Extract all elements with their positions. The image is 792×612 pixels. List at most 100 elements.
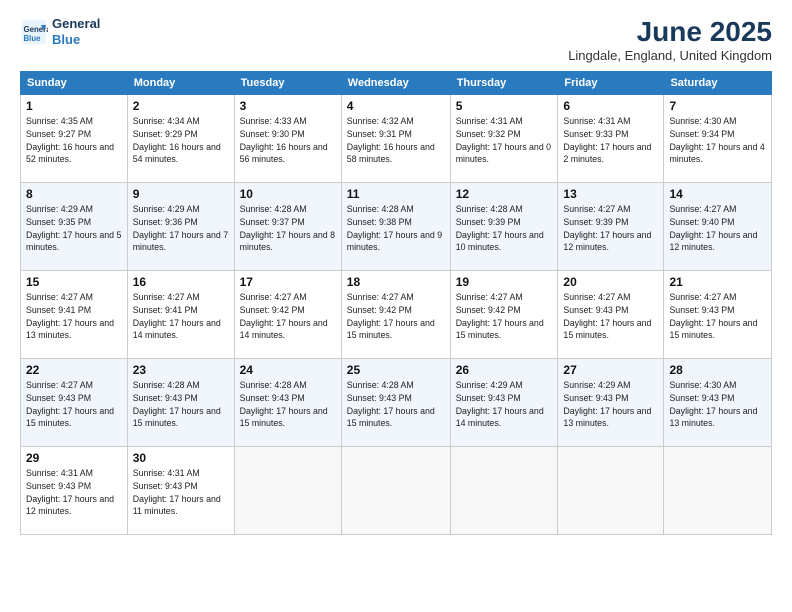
day-info: Sunrise: 4:34 AM Sunset: 9:29 PM Dayligh… (133, 115, 229, 166)
day-number: 25 (347, 363, 445, 377)
day-info: Sunrise: 4:32 AM Sunset: 9:31 PM Dayligh… (347, 115, 445, 166)
calendar-cell: 2 Sunrise: 4:34 AM Sunset: 9:29 PM Dayli… (127, 95, 234, 183)
calendar-cell: 12 Sunrise: 4:28 AM Sunset: 9:39 PM Dayl… (450, 183, 558, 271)
calendar-cell: 24 Sunrise: 4:28 AM Sunset: 9:43 PM Dayl… (234, 359, 341, 447)
day-info: Sunrise: 4:31 AM Sunset: 9:32 PM Dayligh… (456, 115, 553, 166)
day-info: Sunrise: 4:27 AM Sunset: 9:42 PM Dayligh… (456, 291, 553, 342)
header: General Blue General Blue June 2025 Ling… (20, 16, 772, 63)
day-info: Sunrise: 4:27 AM Sunset: 9:43 PM Dayligh… (669, 291, 766, 342)
day-info: Sunrise: 4:31 AM Sunset: 9:43 PM Dayligh… (133, 467, 229, 518)
calendar-cell: 25 Sunrise: 4:28 AM Sunset: 9:43 PM Dayl… (341, 359, 450, 447)
day-number: 17 (240, 275, 336, 289)
day-number: 15 (26, 275, 122, 289)
calendar-cell: 14 Sunrise: 4:27 AM Sunset: 9:40 PM Dayl… (664, 183, 772, 271)
day-number: 23 (133, 363, 229, 377)
col-sunday: Sunday (21, 72, 128, 95)
day-number: 30 (133, 451, 229, 465)
calendar-cell: 8 Sunrise: 4:29 AM Sunset: 9:35 PM Dayli… (21, 183, 128, 271)
calendar-cell: 29 Sunrise: 4:31 AM Sunset: 9:43 PM Dayl… (21, 447, 128, 535)
day-number: 22 (26, 363, 122, 377)
day-info: Sunrise: 4:29 AM Sunset: 9:35 PM Dayligh… (26, 203, 122, 254)
day-info: Sunrise: 4:28 AM Sunset: 9:43 PM Dayligh… (347, 379, 445, 430)
day-number: 24 (240, 363, 336, 377)
day-number: 21 (669, 275, 766, 289)
day-number: 16 (133, 275, 229, 289)
calendar-cell (558, 447, 664, 535)
calendar-week-row: 1 Sunrise: 4:35 AM Sunset: 9:27 PM Dayli… (21, 95, 772, 183)
day-number: 9 (133, 187, 229, 201)
day-number: 8 (26, 187, 122, 201)
day-number: 18 (347, 275, 445, 289)
calendar: Sunday Monday Tuesday Wednesday Thursday… (20, 71, 772, 535)
calendar-cell (664, 447, 772, 535)
page: General Blue General Blue June 2025 Ling… (0, 0, 792, 612)
location: Lingdale, England, United Kingdom (568, 48, 772, 63)
calendar-cell: 23 Sunrise: 4:28 AM Sunset: 9:43 PM Dayl… (127, 359, 234, 447)
day-info: Sunrise: 4:27 AM Sunset: 9:42 PM Dayligh… (240, 291, 336, 342)
day-info: Sunrise: 4:27 AM Sunset: 9:41 PM Dayligh… (26, 291, 122, 342)
day-number: 12 (456, 187, 553, 201)
month-title: June 2025 (568, 16, 772, 48)
calendar-cell: 18 Sunrise: 4:27 AM Sunset: 9:42 PM Dayl… (341, 271, 450, 359)
day-info: Sunrise: 4:27 AM Sunset: 9:40 PM Dayligh… (669, 203, 766, 254)
title-block: June 2025 Lingdale, England, United King… (568, 16, 772, 63)
day-number: 27 (563, 363, 658, 377)
calendar-week-row: 29 Sunrise: 4:31 AM Sunset: 9:43 PM Dayl… (21, 447, 772, 535)
day-number: 10 (240, 187, 336, 201)
calendar-cell: 16 Sunrise: 4:27 AM Sunset: 9:41 PM Dayl… (127, 271, 234, 359)
calendar-cell: 6 Sunrise: 4:31 AM Sunset: 9:33 PM Dayli… (558, 95, 664, 183)
day-info: Sunrise: 4:31 AM Sunset: 9:43 PM Dayligh… (26, 467, 122, 518)
col-monday: Monday (127, 72, 234, 95)
col-thursday: Thursday (450, 72, 558, 95)
day-number: 14 (669, 187, 766, 201)
calendar-cell (341, 447, 450, 535)
calendar-header-row: Sunday Monday Tuesday Wednesday Thursday… (21, 72, 772, 95)
calendar-cell: 22 Sunrise: 4:27 AM Sunset: 9:43 PM Dayl… (21, 359, 128, 447)
col-friday: Friday (558, 72, 664, 95)
day-info: Sunrise: 4:35 AM Sunset: 9:27 PM Dayligh… (26, 115, 122, 166)
calendar-cell: 30 Sunrise: 4:31 AM Sunset: 9:43 PM Dayl… (127, 447, 234, 535)
day-info: Sunrise: 4:31 AM Sunset: 9:33 PM Dayligh… (563, 115, 658, 166)
calendar-cell: 7 Sunrise: 4:30 AM Sunset: 9:34 PM Dayli… (664, 95, 772, 183)
logo-icon: General Blue (20, 18, 48, 46)
calendar-cell: 4 Sunrise: 4:32 AM Sunset: 9:31 PM Dayli… (341, 95, 450, 183)
day-number: 4 (347, 99, 445, 113)
day-number: 5 (456, 99, 553, 113)
calendar-cell: 11 Sunrise: 4:28 AM Sunset: 9:38 PM Dayl… (341, 183, 450, 271)
day-number: 6 (563, 99, 658, 113)
calendar-cell: 28 Sunrise: 4:30 AM Sunset: 9:43 PM Dayl… (664, 359, 772, 447)
day-info: Sunrise: 4:27 AM Sunset: 9:43 PM Dayligh… (26, 379, 122, 430)
day-number: 20 (563, 275, 658, 289)
day-info: Sunrise: 4:28 AM Sunset: 9:39 PM Dayligh… (456, 203, 553, 254)
day-number: 13 (563, 187, 658, 201)
day-info: Sunrise: 4:28 AM Sunset: 9:37 PM Dayligh… (240, 203, 336, 254)
calendar-week-row: 22 Sunrise: 4:27 AM Sunset: 9:43 PM Dayl… (21, 359, 772, 447)
logo-text: General Blue (52, 16, 100, 47)
day-info: Sunrise: 4:27 AM Sunset: 9:43 PM Dayligh… (563, 291, 658, 342)
day-info: Sunrise: 4:27 AM Sunset: 9:39 PM Dayligh… (563, 203, 658, 254)
day-info: Sunrise: 4:33 AM Sunset: 9:30 PM Dayligh… (240, 115, 336, 166)
calendar-cell: 10 Sunrise: 4:28 AM Sunset: 9:37 PM Dayl… (234, 183, 341, 271)
day-info: Sunrise: 4:29 AM Sunset: 9:43 PM Dayligh… (563, 379, 658, 430)
calendar-cell: 15 Sunrise: 4:27 AM Sunset: 9:41 PM Dayl… (21, 271, 128, 359)
day-number: 7 (669, 99, 766, 113)
col-tuesday: Tuesday (234, 72, 341, 95)
calendar-week-row: 8 Sunrise: 4:29 AM Sunset: 9:35 PM Dayli… (21, 183, 772, 271)
calendar-cell: 1 Sunrise: 4:35 AM Sunset: 9:27 PM Dayli… (21, 95, 128, 183)
day-info: Sunrise: 4:27 AM Sunset: 9:42 PM Dayligh… (347, 291, 445, 342)
calendar-week-row: 15 Sunrise: 4:27 AM Sunset: 9:41 PM Dayl… (21, 271, 772, 359)
calendar-cell (234, 447, 341, 535)
calendar-body: 1 Sunrise: 4:35 AM Sunset: 9:27 PM Dayli… (21, 95, 772, 535)
day-number: 3 (240, 99, 336, 113)
calendar-cell: 20 Sunrise: 4:27 AM Sunset: 9:43 PM Dayl… (558, 271, 664, 359)
calendar-cell: 27 Sunrise: 4:29 AM Sunset: 9:43 PM Dayl… (558, 359, 664, 447)
calendar-cell (450, 447, 558, 535)
day-info: Sunrise: 4:28 AM Sunset: 9:43 PM Dayligh… (240, 379, 336, 430)
day-number: 28 (669, 363, 766, 377)
day-number: 29 (26, 451, 122, 465)
col-wednesday: Wednesday (341, 72, 450, 95)
calendar-cell: 5 Sunrise: 4:31 AM Sunset: 9:32 PM Dayli… (450, 95, 558, 183)
day-number: 2 (133, 99, 229, 113)
day-info: Sunrise: 4:28 AM Sunset: 9:38 PM Dayligh… (347, 203, 445, 254)
calendar-cell: 17 Sunrise: 4:27 AM Sunset: 9:42 PM Dayl… (234, 271, 341, 359)
